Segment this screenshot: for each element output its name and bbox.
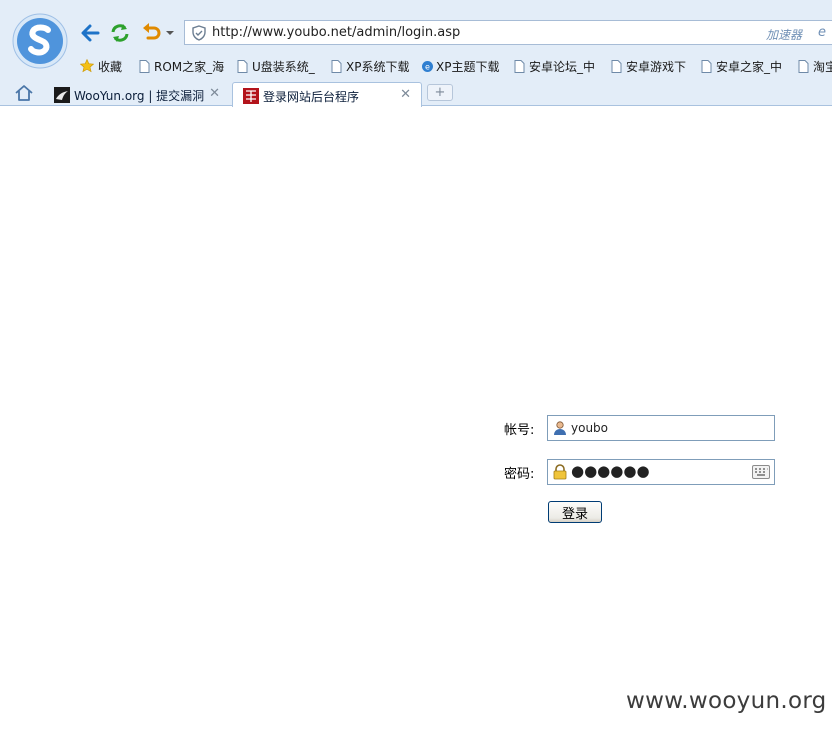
tab-bar: WooYun.org | 提交漏洞 ✕ 登录网站后台程序 ✕ + xyxy=(0,80,832,107)
shield-icon xyxy=(192,25,206,41)
bookmark-item[interactable]: 淘宝 xyxy=(798,57,832,75)
tab-login-admin[interactable]: 登录网站后台程序 ✕ xyxy=(232,82,422,107)
password-input[interactable]: ●●●●●● xyxy=(547,459,775,485)
bookmark-item[interactable]: e XP主题下载 xyxy=(421,57,499,75)
browser-chrome: http://www.youbo.net/admin/login.asp 加速器… xyxy=(0,0,832,107)
refresh-icon[interactable] xyxy=(108,22,132,44)
bookmark-item[interactable]: 安卓论坛_中 xyxy=(514,57,595,75)
bookmark-item[interactable]: 安卓游戏下 xyxy=(611,57,686,75)
tab-title: 登录网站后台程序 xyxy=(263,90,360,104)
accelerator-button[interactable]: 加速器 xyxy=(766,26,802,43)
keyboard-icon[interactable] xyxy=(752,465,770,479)
watermark-text: www.wooyun.org xyxy=(626,688,827,714)
wooyun-favicon-icon xyxy=(54,87,70,103)
password-label: 密码: xyxy=(504,467,535,482)
user-icon xyxy=(554,421,566,435)
page-icon xyxy=(331,59,342,73)
page-icon xyxy=(237,59,248,73)
address-url[interactable]: http://www.youbo.net/admin/login.asp xyxy=(212,25,460,40)
password-value: ●●●●●● xyxy=(571,462,650,480)
globe-icon: e xyxy=(422,60,433,72)
page-icon xyxy=(514,59,525,73)
new-tab-button[interactable]: + xyxy=(427,84,453,101)
site-favicon-icon xyxy=(243,88,259,104)
bookmark-item[interactable]: 安卓之家_中 xyxy=(701,57,782,75)
address-bar[interactable]: http://www.youbo.net/admin/login.asp xyxy=(184,20,832,45)
page-icon xyxy=(798,59,809,73)
account-label: 帐号: xyxy=(504,423,535,438)
bookmark-item[interactable]: XP系统下载 xyxy=(331,57,409,75)
page-icon xyxy=(701,59,712,73)
bookmarks-bar: 收藏 ROM之家_海 U盘装系统_ XP系统下载 e XP主题下载 安卓论坛_中… xyxy=(0,55,832,75)
star-icon xyxy=(80,59,94,73)
bookmark-item[interactable]: U盘装系统_ xyxy=(237,57,315,75)
page-icon xyxy=(611,59,622,73)
lock-icon xyxy=(553,464,567,480)
undo-close-tab-icon[interactable] xyxy=(140,22,164,44)
tab-title: WooYun.org | 提交漏洞 xyxy=(74,89,205,103)
login-button[interactable]: 登录 xyxy=(548,501,602,523)
close-tab-icon[interactable]: ✕ xyxy=(400,87,411,102)
undo-dropdown-icon[interactable] xyxy=(166,31,174,35)
home-icon[interactable] xyxy=(14,84,34,102)
close-tab-icon[interactable]: ✕ xyxy=(209,86,220,101)
account-input[interactable]: youbo xyxy=(547,415,775,441)
svg-text:e: e xyxy=(425,62,430,71)
back-arrow-icon[interactable] xyxy=(78,22,102,44)
bookmark-favorites[interactable]: 收藏 xyxy=(80,57,122,75)
extra-toolbar-icon[interactable]: e xyxy=(818,25,832,41)
tab-wooyun[interactable]: WooYun.org | 提交漏洞 ✕ xyxy=(44,82,230,106)
bookmark-item[interactable]: ROM之家_海 xyxy=(139,57,224,75)
account-value: youbo xyxy=(571,421,609,435)
page-icon xyxy=(139,59,150,73)
